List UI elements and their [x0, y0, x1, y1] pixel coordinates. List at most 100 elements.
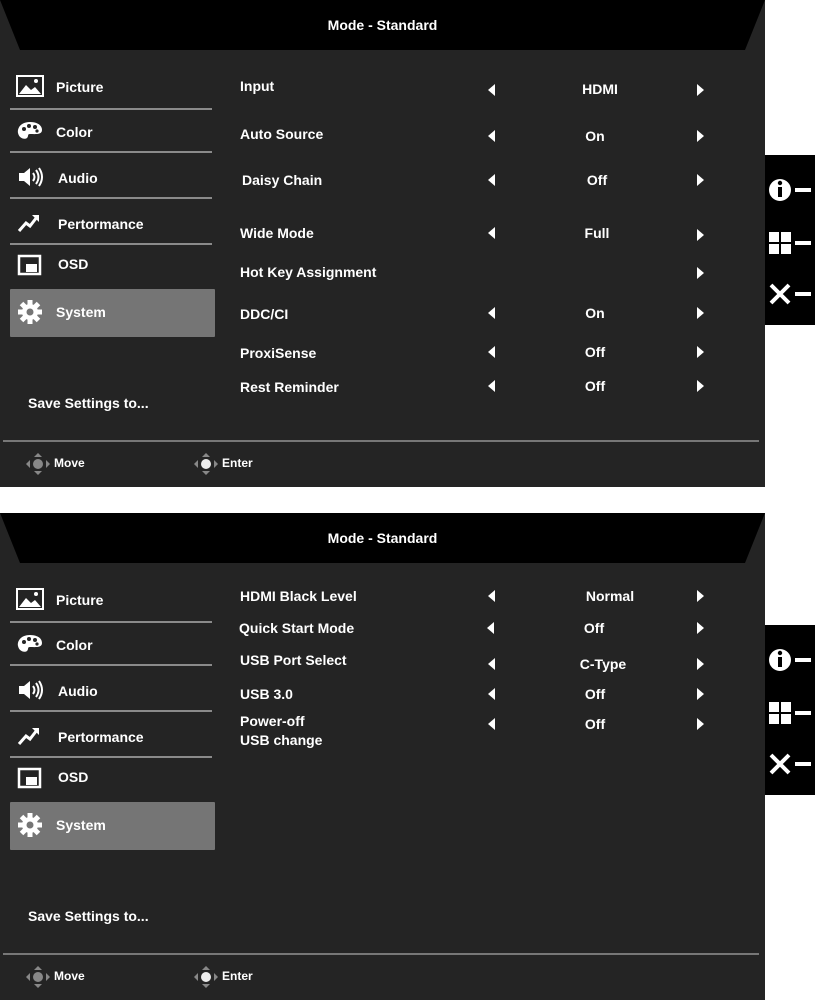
nav-label-picture: Picture: [56, 79, 104, 95]
side-keys-1: [765, 155, 815, 325]
enter-hint-label: Enter: [222, 456, 253, 470]
nav-label-system: System: [56, 817, 106, 833]
arrow-right-icon[interactable]: [697, 174, 704, 186]
arrow-left-icon[interactable]: [488, 346, 495, 358]
row-label-input: Input: [240, 78, 275, 94]
arrow-right-icon[interactable]: [697, 658, 704, 670]
row-value-quick-start-mode: Off: [583, 620, 605, 636]
nav-label-audio: Audio: [58, 170, 98, 186]
nav-label-audio: Audio: [58, 683, 98, 699]
row-value-rest-reminder: Off: [584, 378, 606, 394]
arrow-right-icon[interactable]: [697, 346, 704, 358]
nav-item-color[interactable]: Color: [10, 111, 212, 153]
row-label-proxisense: ProxiSense: [240, 345, 317, 361]
joystick-move-icon: [26, 966, 50, 988]
move-hint: Move: [24, 965, 85, 992]
arrow-left-icon[interactable]: [488, 174, 495, 186]
joystick-move-icon: [26, 453, 50, 475]
joystick-enter-icon: [194, 453, 218, 475]
mode-key-icon[interactable]: [767, 228, 813, 258]
mode-title: Mode - Standard: [327, 530, 438, 546]
arrow-right-icon[interactable]: [697, 307, 704, 319]
nav-label-osd: OSD: [58, 769, 89, 785]
enter-hint: Enter: [192, 452, 253, 479]
picture-icon: [16, 588, 44, 610]
arrow-left-icon[interactable]: [488, 658, 495, 670]
arrow-left-icon[interactable]: [488, 130, 495, 142]
nav-divider: [10, 710, 212, 712]
row-value-input: HDMI: [582, 81, 618, 97]
move-hint-label: Move: [54, 969, 85, 983]
nav-label-color: Color: [56, 124, 93, 140]
gear-icon: [18, 813, 42, 837]
performance-icon: [17, 215, 39, 232]
nav-item-performance[interactable]: Pertormance: [10, 203, 212, 245]
save-settings-item[interactable]: Save Settings to...: [28, 908, 149, 924]
info-key-icon[interactable]: [767, 175, 813, 205]
nav-divider: [10, 151, 212, 153]
row-label-auto-source: Auto Source: [240, 126, 324, 142]
row-label-rest-reminder: Rest Reminder: [240, 379, 339, 395]
arrow-left-icon[interactable]: [488, 84, 495, 96]
row-label-hdmi-black-level: HDMI Black Level: [240, 588, 357, 604]
footer-divider: [3, 953, 759, 955]
arrow-right-icon[interactable]: [697, 130, 704, 142]
row-label-wide-mode: Wide Mode: [240, 225, 314, 241]
arrow-left-icon[interactable]: [488, 307, 495, 319]
palette-icon: [17, 122, 42, 139]
nav-label-color: Color: [56, 637, 93, 653]
arrow-left-icon[interactable]: [488, 718, 495, 730]
enter-hint: Enter: [192, 965, 253, 992]
nav-item-audio[interactable]: Audio: [10, 670, 212, 712]
picture-icon: [16, 75, 44, 97]
performance-icon: [17, 728, 39, 745]
arrow-right-icon[interactable]: [697, 688, 704, 700]
save-settings-item[interactable]: Save Settings to...: [28, 395, 149, 411]
row-value-usb-3: Off: [584, 686, 606, 702]
arrow-left-icon[interactable]: [487, 622, 494, 634]
gear-icon: [18, 300, 42, 324]
arrow-right-icon[interactable]: [697, 84, 704, 96]
arrow-right-icon[interactable]: [697, 267, 704, 279]
joystick-enter-icon: [194, 966, 218, 988]
nav-item-picture[interactable]: Picture: [10, 579, 212, 621]
nav-item-audio[interactable]: Audio: [10, 157, 212, 199]
footer-divider: [3, 440, 759, 442]
title-bar: Mode - Standard: [0, 0, 765, 50]
row-value-usb-port-select: C-Type: [579, 656, 627, 672]
nav-item-system[interactable]: System: [10, 289, 215, 337]
close-key-icon[interactable]: [767, 279, 813, 309]
arrow-right-icon[interactable]: [697, 718, 704, 730]
row-label-ddc-ci: DDC/CI: [240, 306, 289, 322]
nav-item-osd[interactable]: OSD: [10, 758, 212, 800]
arrow-right-icon[interactable]: [697, 380, 704, 392]
info-key-icon[interactable]: [767, 645, 813, 675]
side-keys-2: [765, 625, 815, 795]
mode-key-icon[interactable]: [767, 698, 813, 728]
arrow-right-icon[interactable]: [697, 229, 704, 241]
row-label-quick-start-mode: Quick Start Mode: [239, 620, 355, 636]
nav-item-osd[interactable]: OSD: [10, 245, 212, 287]
arrow-left-icon[interactable]: [488, 688, 495, 700]
row-value-wide-mode: Full: [584, 225, 610, 241]
nav-label-performance: Pertormance: [58, 729, 144, 745]
arrow-left-icon[interactable]: [488, 227, 495, 239]
nav-label-performance: Pertormance: [58, 216, 144, 232]
nav-item-system[interactable]: System: [10, 802, 215, 850]
arrow-right-icon[interactable]: [697, 622, 704, 634]
nav-divider: [10, 664, 212, 666]
nav-item-color[interactable]: Color: [10, 624, 212, 666]
arrow-right-icon[interactable]: [697, 590, 704, 602]
nav-item-performance[interactable]: Pertormance: [10, 716, 212, 758]
nav-divider: [10, 197, 212, 199]
row-label-daisy-chain: Daisy Chain: [242, 172, 323, 188]
arrow-left-icon[interactable]: [488, 590, 495, 602]
row-label-usb-change: USB change: [240, 732, 323, 748]
enter-hint-label: Enter: [222, 969, 253, 983]
osd-panel-2: Mode - Standard Picture Color Audio Pert…: [0, 513, 765, 1000]
osd-icon: [17, 767, 42, 789]
nav-item-picture[interactable]: Picture: [10, 66, 212, 108]
close-key-icon[interactable]: [767, 749, 813, 779]
arrow-left-icon[interactable]: [488, 380, 495, 392]
row-value-ddc-ci: On: [585, 305, 605, 321]
